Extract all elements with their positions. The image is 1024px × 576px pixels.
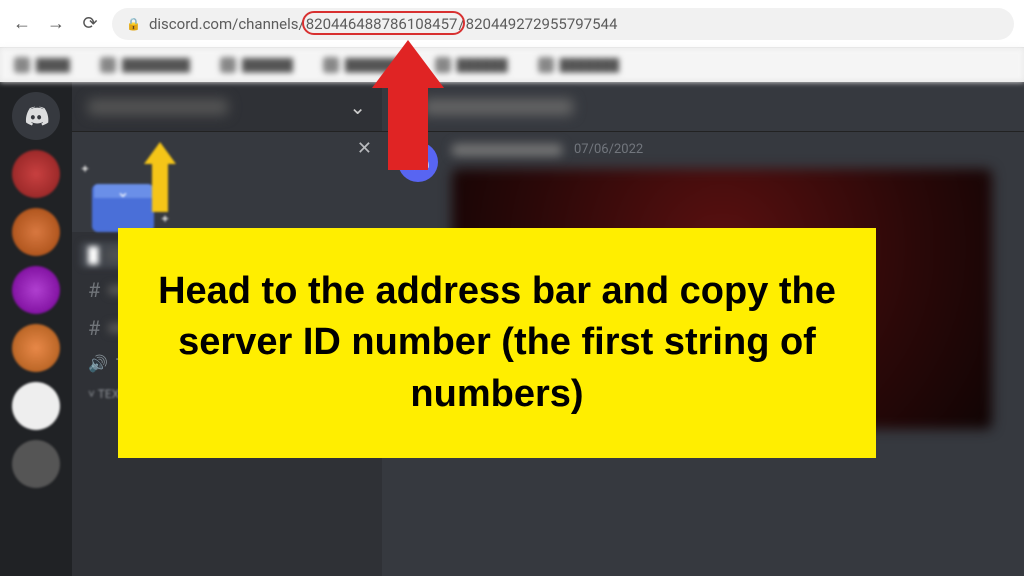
bookmark-item[interactable]: ████ xyxy=(14,57,70,73)
lock-icon: 🔒 xyxy=(126,17,141,31)
server-icon[interactable] xyxy=(12,150,60,198)
speaker-icon: 🔊 xyxy=(88,354,108,373)
reload-button[interactable]: ⟳ xyxy=(78,12,102,36)
bookmarks-bar: ████ ████████ ██████ ███████ ██████ ████… xyxy=(0,48,1024,82)
bookmark-item[interactable]: ██████ xyxy=(220,57,293,73)
server-name xyxy=(88,99,228,115)
boost-banner: ✕ ✦ ✦ ⌄ xyxy=(72,132,382,232)
hash-icon: # xyxy=(88,316,100,340)
close-icon[interactable]: ✕ xyxy=(357,138,372,159)
chevron-down-icon[interactable]: ⌄ xyxy=(349,95,366,119)
message-timestamp: 07/06/2022 xyxy=(574,142,643,157)
server-rail xyxy=(0,82,72,576)
bookmark-item[interactable]: ████████ xyxy=(100,57,190,73)
server-header[interactable]: ⌄ xyxy=(72,82,382,132)
browser-toolbar: ← → ⟳ 🔒 discord.com/channels/ 8204464887… xyxy=(0,0,1024,48)
back-button[interactable]: ← xyxy=(10,12,34,36)
forward-button[interactable]: → xyxy=(44,12,68,36)
server-icon[interactable] xyxy=(12,324,60,372)
discord-home-icon[interactable] xyxy=(12,92,60,140)
url-separator: / xyxy=(458,15,464,33)
address-bar[interactable]: 🔒 discord.com/channels/ 8204464887861084… xyxy=(112,8,1014,40)
bookmark-item[interactable]: ██████ xyxy=(435,57,508,73)
server-icon[interactable] xyxy=(12,440,60,488)
url-channel-id: 820449272955797544 xyxy=(466,15,618,33)
channel-title xyxy=(423,99,573,115)
channel-header: # xyxy=(382,82,1024,132)
server-icon[interactable] xyxy=(12,382,60,430)
url-server-id: 820446488786108457 xyxy=(306,15,458,33)
server-icon[interactable] xyxy=(12,208,60,256)
server-icon[interactable] xyxy=(12,266,60,314)
hash-icon: # xyxy=(88,278,100,302)
annotation-callout: Head to the address bar and copy the ser… xyxy=(118,228,876,458)
message-author[interactable] xyxy=(452,144,562,156)
discord-logo-icon xyxy=(22,102,50,130)
bookmark-item[interactable]: ███████ xyxy=(538,57,620,73)
url-domain-path: discord.com/channels/ xyxy=(149,15,305,33)
